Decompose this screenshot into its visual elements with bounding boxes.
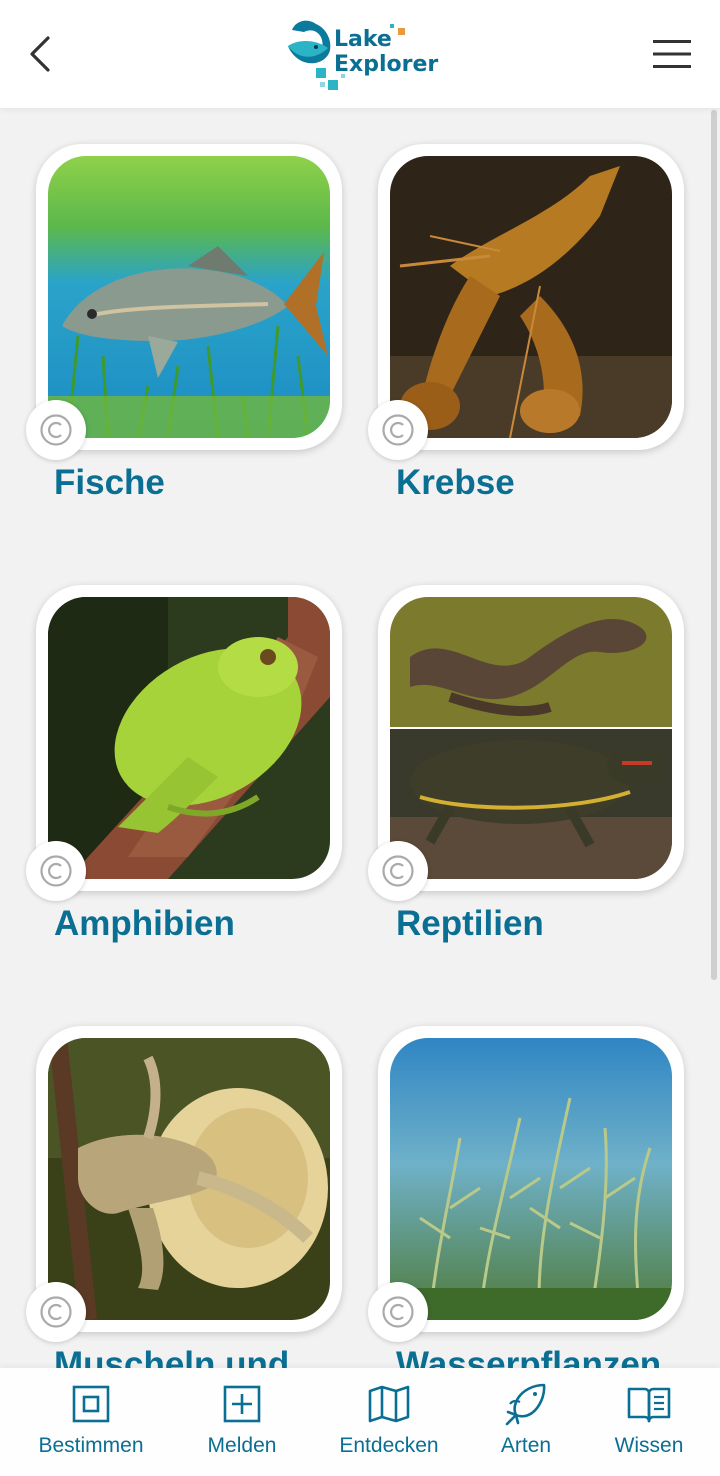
card-frame	[36, 1026, 342, 1332]
nav-label: Arten	[500, 1434, 552, 1457]
map-icon	[367, 1382, 411, 1426]
identify-square-icon	[69, 1382, 113, 1426]
copyright-button[interactable]	[26, 841, 86, 901]
card-frame	[378, 1026, 684, 1332]
bottom-navigation: Bestimmen Melden Entdecken Arten Wissen	[0, 1368, 720, 1476]
category-label: Amphibien	[54, 904, 235, 943]
card-frame	[36, 585, 342, 891]
nav-label: Entdecken	[339, 1434, 439, 1457]
category-card-amphibien[interactable]: Amphibien	[26, 585, 342, 985]
category-label: Wasserpflanzen	[396, 1345, 662, 1368]
lake-explorer-logo[interactable]: Lake Explorer	[286, 16, 439, 92]
nav-item-bestimmen[interactable]: Bestimmen	[36, 1382, 146, 1466]
category-grid: Fische Krebse Amphibien Reptilien Musche…	[0, 108, 720, 1368]
hamburger-menu-icon	[653, 40, 691, 68]
back-button[interactable]	[18, 30, 62, 78]
category-card-wasserpflanzen[interactable]: Wasserpflanzen	[368, 1026, 684, 1368]
category-label: Krebse	[396, 463, 515, 502]
copyright-icon	[382, 855, 414, 887]
app-header: Lake Explorer	[0, 0, 720, 108]
category-label: Muscheln und Schnecken	[54, 1345, 290, 1368]
copyright-button[interactable]	[368, 841, 428, 901]
card-frame	[36, 144, 342, 450]
fish-photo	[48, 156, 330, 438]
copyright-button[interactable]	[368, 400, 428, 460]
copyright-icon	[382, 1296, 414, 1328]
category-card-fische[interactable]: Fische	[26, 144, 342, 544]
nav-label: Wissen	[614, 1434, 684, 1457]
copyright-icon	[382, 414, 414, 446]
nav-label: Bestimmen	[38, 1434, 144, 1457]
fish-species-icon	[504, 1382, 548, 1426]
category-card-reptilien[interactable]: Reptilien	[368, 585, 684, 985]
crayfish-photo	[390, 156, 672, 438]
book-icon	[627, 1382, 671, 1426]
water-plants-photo	[390, 1038, 672, 1320]
logo-text-explorer: Explorer	[334, 52, 439, 77]
copyright-button[interactable]	[368, 1282, 428, 1342]
copyright-icon	[40, 855, 72, 887]
nav-item-arten[interactable]: Arten	[488, 1382, 564, 1466]
logo-text-lake: Lake	[334, 27, 392, 52]
nav-item-melden[interactable]: Melden	[197, 1382, 287, 1466]
nav-item-entdecken[interactable]: Entdecken	[334, 1382, 444, 1466]
nav-label: Melden	[207, 1434, 277, 1457]
copyright-button[interactable]	[26, 1282, 86, 1342]
snail-photo	[48, 1038, 330, 1320]
menu-button[interactable]	[650, 34, 694, 74]
card-frame	[378, 585, 684, 891]
category-card-krebse[interactable]: Krebse	[368, 144, 684, 544]
copyright-icon	[40, 414, 72, 446]
category-card-muscheln-schnecken[interactable]: Muscheln und Schnecken	[26, 1026, 342, 1368]
nav-item-wissen[interactable]: Wissen	[604, 1382, 694, 1466]
report-plus-icon	[220, 1382, 264, 1426]
reptile-photo	[390, 597, 672, 879]
category-label: Fische	[54, 463, 165, 502]
copyright-button[interactable]	[26, 400, 86, 460]
category-label: Reptilien	[396, 904, 544, 943]
frog-photo	[48, 597, 330, 879]
copyright-icon	[40, 1296, 72, 1328]
chevron-left-icon	[30, 36, 50, 72]
card-frame	[378, 144, 684, 450]
scrollbar[interactable]	[711, 110, 717, 980]
